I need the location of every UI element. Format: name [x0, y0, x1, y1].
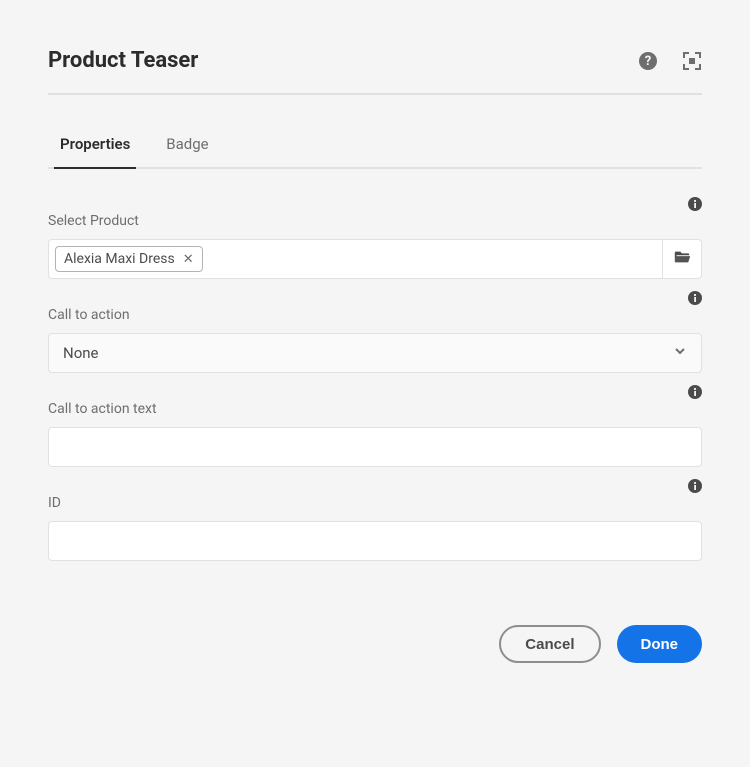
product-teaser-dialog: Product Teaser ? Properties Badge Select… [0, 0, 750, 711]
tab-properties[interactable]: Properties [60, 123, 130, 167]
field-cta-text: Call to action text [48, 383, 702, 467]
select-product-row: Alexia Maxi Dress ✕ [48, 239, 702, 279]
field-id: ID [48, 477, 702, 561]
help-icon[interactable]: ? [638, 51, 658, 71]
field-select-product: Select Product Alexia Maxi Dress ✕ [48, 195, 702, 279]
id-label: ID [48, 495, 702, 511]
tab-bar: Properties Badge [48, 123, 702, 169]
form-body: Select Product Alexia Maxi Dress ✕ [48, 169, 702, 561]
info-icon[interactable] [688, 291, 702, 305]
dialog-header: Product Teaser ? [48, 48, 702, 95]
info-icon[interactable] [688, 385, 702, 399]
cta-text-label: Call to action text [48, 401, 702, 417]
close-icon[interactable]: ✕ [183, 253, 194, 266]
cta-text-input[interactable] [48, 427, 702, 467]
id-input[interactable] [48, 521, 702, 561]
select-product-label: Select Product [48, 213, 702, 229]
field-cta: Call to action None [48, 289, 702, 373]
browse-button[interactable] [662, 239, 702, 279]
chevron-down-icon [673, 344, 687, 362]
info-icon[interactable] [688, 197, 702, 211]
tab-badge[interactable]: Badge [166, 123, 208, 167]
dialog-footer: Cancel Done [48, 625, 702, 663]
header-actions: ? [638, 51, 702, 71]
select-product-input[interactable]: Alexia Maxi Dress ✕ [48, 239, 662, 279]
folder-open-icon [673, 248, 691, 270]
fullscreen-icon[interactable] [682, 51, 702, 71]
done-button[interactable]: Done [617, 625, 703, 663]
cta-label: Call to action [48, 307, 702, 323]
product-chip-label: Alexia Maxi Dress [64, 251, 175, 267]
cta-select-value: None [63, 344, 99, 362]
cancel-button[interactable]: Cancel [499, 625, 600, 663]
svg-text:?: ? [645, 54, 651, 69]
dialog-title: Product Teaser [48, 48, 198, 73]
cta-select[interactable]: None [48, 333, 702, 373]
info-icon[interactable] [688, 479, 702, 493]
product-chip: Alexia Maxi Dress ✕ [55, 246, 203, 272]
